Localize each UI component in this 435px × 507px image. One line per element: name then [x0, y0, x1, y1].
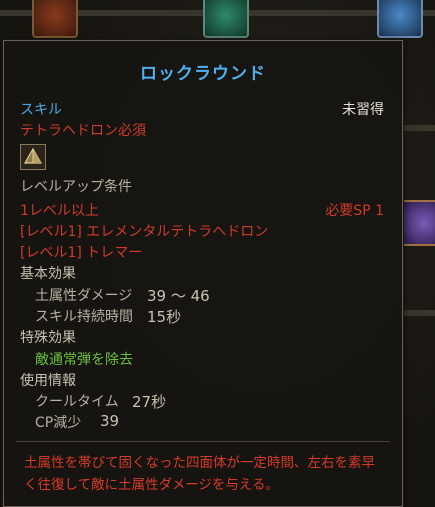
learn-status: 未習得	[342, 102, 384, 118]
skill-node-element[interactable]	[401, 200, 435, 246]
levelup-header: レベルアップ条件	[20, 179, 132, 195]
skill-node-fire[interactable]	[32, 0, 78, 38]
requirement-text: テトラヘドロン必須	[20, 123, 146, 139]
basic-effect-value: 39 ～ 46	[147, 287, 210, 305]
cp-cost-label: CP減少	[35, 415, 82, 431]
tree-connector	[400, 310, 435, 316]
tree-connector	[400, 125, 435, 131]
basic-effect-value: 15秒	[147, 308, 182, 326]
skill-title: ロックラウンド	[140, 64, 266, 84]
levelup-level: 1レベル以上	[20, 203, 99, 219]
prereq-2: [レベル1] トレマー	[20, 245, 143, 261]
basic-effect-label: スキル持続時間	[35, 309, 133, 325]
tetrahedron-rock-icon	[20, 144, 46, 170]
cooldown-label: クールタイム	[35, 394, 119, 410]
prereq-1: [レベル1] エレメンタルテトラヘドロン	[20, 224, 269, 240]
skill-tooltip: ロックラウンド スキル 未習得 テトラヘドロン必須 レベルアップ条件 1レベル以…	[3, 40, 403, 507]
basic-effect-header: 基本効果	[20, 266, 76, 282]
cp-cost-value: 39	[100, 412, 120, 430]
special-effect-header: 特殊効果	[20, 330, 76, 346]
cooldown-value: 27秒	[132, 393, 167, 411]
usage-header: 使用情報	[20, 373, 76, 389]
basic-effect-label: 土属性ダメージ	[35, 288, 133, 304]
skill-node-wind[interactable]	[203, 0, 249, 38]
special-effect: 敵通常弾を除去	[35, 352, 133, 368]
skill-description: 土属性を帯びて固くなった四面体が一定時間、左右を素早く往復して敵に土属性ダメージ…	[16, 441, 390, 499]
skill-node-water[interactable]	[377, 0, 423, 38]
skill-category: スキル	[20, 102, 62, 118]
required-sp: 必要SP 1	[325, 203, 384, 219]
